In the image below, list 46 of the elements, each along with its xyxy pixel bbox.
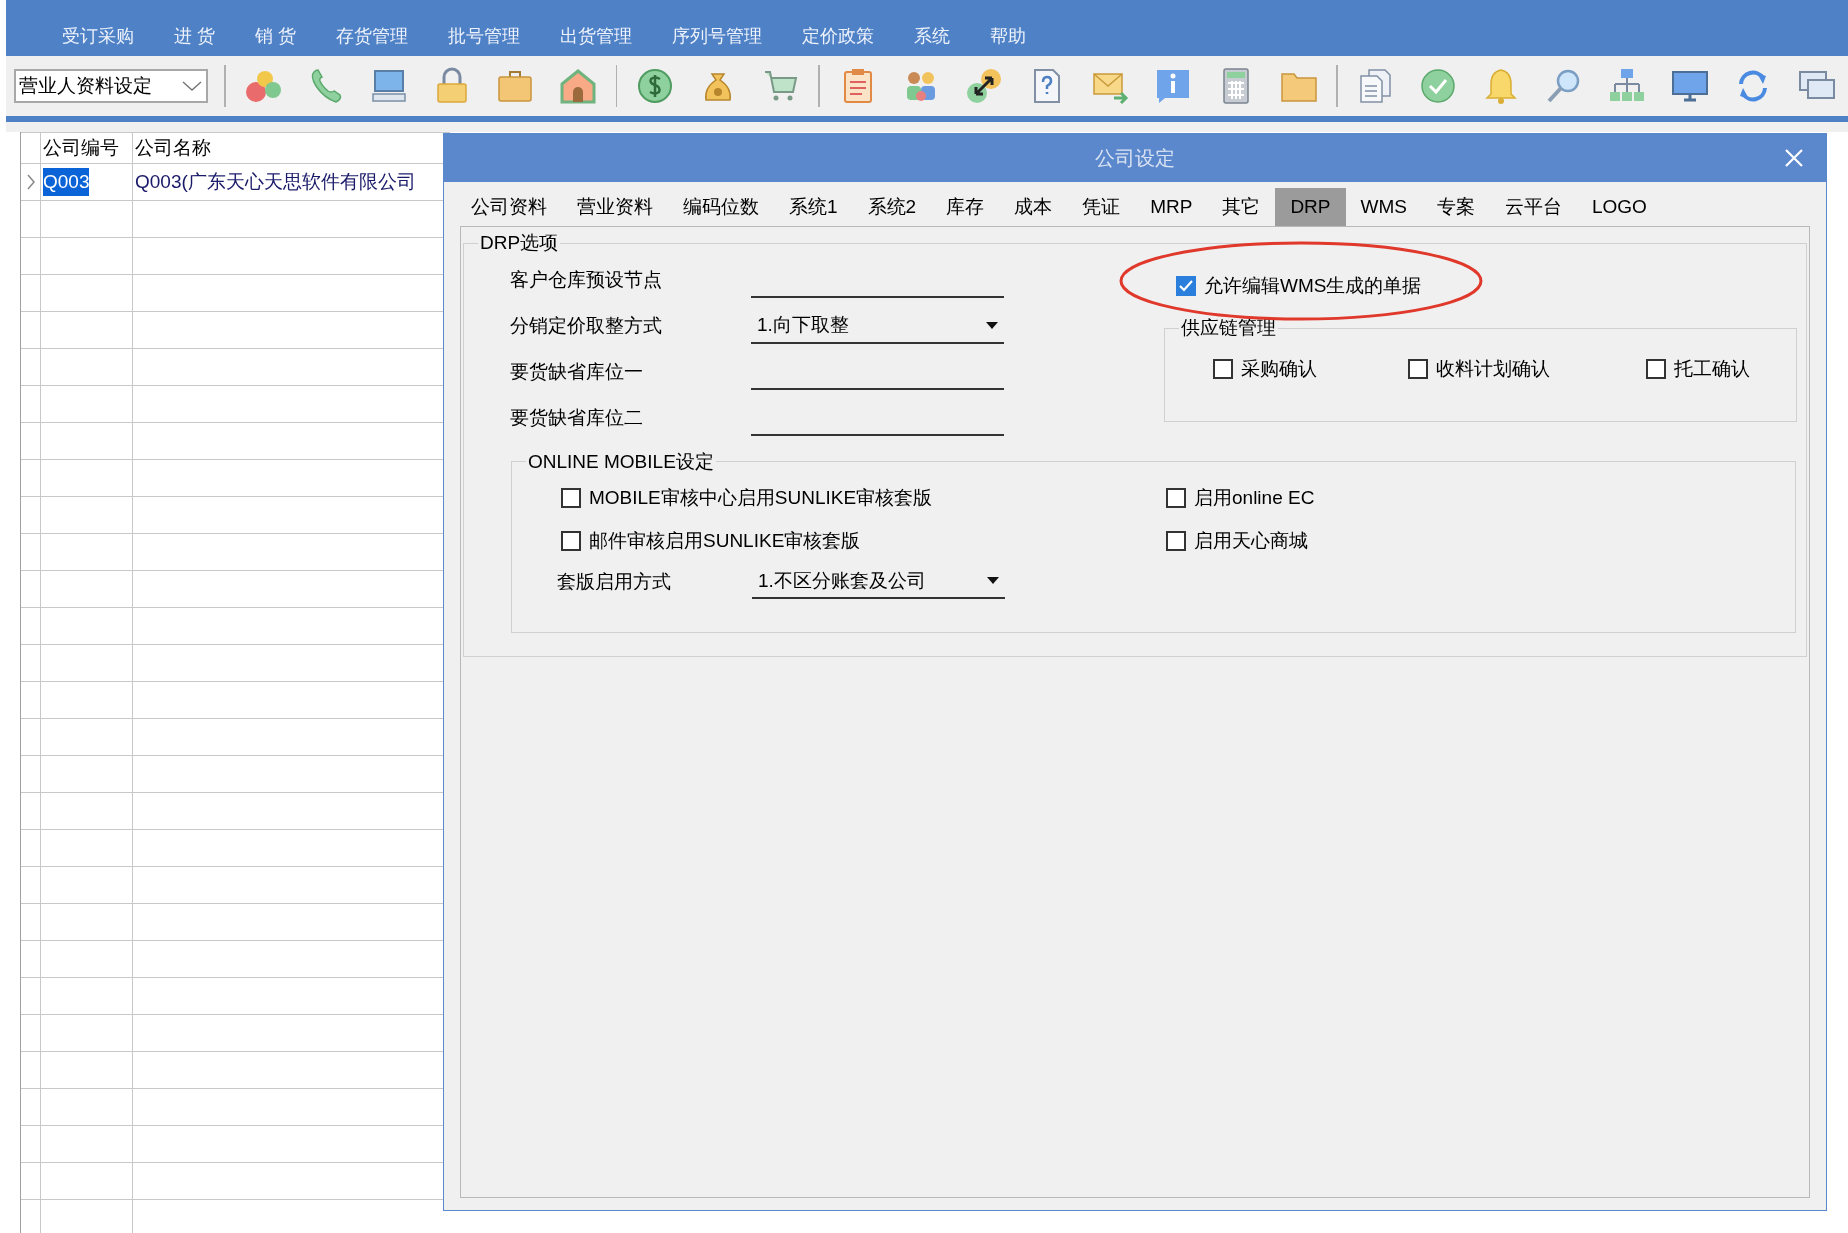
group-legend: 供应链管理 bbox=[1179, 314, 1278, 343]
dropdown-field[interactable]: 1.向下取整 bbox=[751, 309, 1004, 344]
checkbox-label[interactable]: 启用online EC bbox=[1194, 484, 1315, 513]
group-legend: DRP选项 bbox=[478, 229, 561, 258]
group-legend: ONLINE MOBILE设定 bbox=[526, 447, 716, 476]
menu-item[interactable]: 批号管理 bbox=[428, 23, 541, 50]
checkbox-label[interactable]: 采购确认 bbox=[1241, 354, 1317, 383]
checkbox[interactable] bbox=[1166, 488, 1186, 509]
checkbox[interactable] bbox=[1166, 530, 1186, 551]
checkbox[interactable] bbox=[561, 530, 581, 551]
menu-item[interactable]: 序列号管理 bbox=[652, 23, 783, 50]
field-label: 分销定价取整方式 bbox=[510, 314, 663, 339]
checkbox-label[interactable]: MOBILE审核中心启用SUNLIKE审核套版 bbox=[589, 484, 933, 513]
menu-item[interactable]: 出货管理 bbox=[540, 23, 653, 50]
dropdown-arrow-icon[interactable] bbox=[986, 321, 998, 330]
dropdown-field[interactable]: 1.不区分账套及公司 bbox=[752, 565, 1005, 599]
menu-item[interactable]: 销 货 bbox=[235, 23, 317, 50]
field-label: 要货缺省库位二 bbox=[510, 406, 644, 431]
checkbox-label[interactable]: 启用天心商城 bbox=[1194, 526, 1308, 555]
tab[interactable]: DRP bbox=[1275, 188, 1346, 226]
menu-item[interactable]: 定价政策 bbox=[782, 23, 895, 50]
field-label: 客户仓库预设节点 bbox=[510, 268, 663, 293]
checkbox[interactable] bbox=[1213, 358, 1233, 379]
checkbox[interactable] bbox=[1408, 358, 1428, 379]
menu-item[interactable]: 进 货 bbox=[154, 23, 235, 50]
table-cell-text: Q003(广东天心天思软件有限公司 bbox=[135, 169, 416, 194]
field-label: 要货缺省库位一 bbox=[510, 360, 644, 385]
checkbox[interactable] bbox=[561, 488, 581, 509]
close-icon[interactable] bbox=[1784, 148, 1804, 168]
menu-item[interactable]: 系统 bbox=[894, 23, 971, 50]
checkbox[interactable] bbox=[1646, 358, 1666, 379]
settings-dropdown[interactable]: 营业人资料设定 bbox=[14, 69, 208, 103]
checkbox-label[interactable]: 邮件审核启用SUNLIKE审核套版 bbox=[589, 526, 861, 555]
column-header[interactable]: 公司编号 bbox=[41, 133, 133, 163]
house-icon[interactable] bbox=[558, 66, 599, 106]
chevron-down-icon[interactable] bbox=[180, 79, 203, 93]
checkbox[interactable] bbox=[1176, 275, 1196, 296]
checkbox-label[interactable]: 收料计划确认 bbox=[1436, 354, 1550, 383]
menu-item[interactable]: 帮助 bbox=[970, 23, 1047, 50]
dialog-title: 公司设定 bbox=[1095, 146, 1175, 171]
table-cell: Q003 bbox=[43, 167, 90, 197]
field-label: 套版启用方式 bbox=[557, 569, 672, 594]
dropdown-arrow-icon[interactable] bbox=[987, 577, 999, 585]
menu-item[interactable]: 存货管理 bbox=[316, 23, 429, 50]
checkbox-label[interactable]: 托工确认 bbox=[1674, 354, 1750, 383]
menu-item[interactable]: 受订采购 bbox=[42, 23, 154, 50]
